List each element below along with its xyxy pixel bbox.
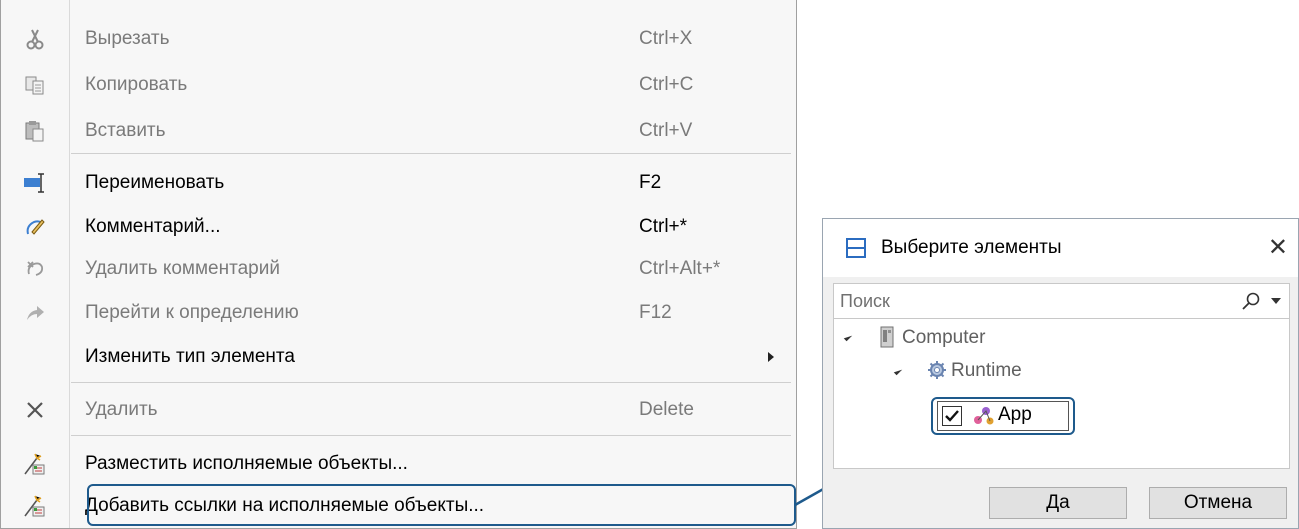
search-icon[interactable] xyxy=(1241,291,1261,316)
computer-icon xyxy=(878,326,896,353)
close-icon[interactable]: ✕ xyxy=(1268,219,1288,277)
chevron-down-icon[interactable] xyxy=(1271,298,1281,304)
expand-triangle-icon[interactable] xyxy=(843,332,853,342)
cancel-button[interactable]: Отмена xyxy=(1149,487,1287,519)
search-input[interactable]: Поиск xyxy=(833,283,1290,319)
expand-triangle-icon[interactable] xyxy=(893,366,903,376)
checkbox[interactable] xyxy=(942,406,962,426)
tree-node-computer[interactable]: Computer xyxy=(902,327,985,349)
tree-node-app[interactable]: App xyxy=(937,401,1069,431)
dialog-title: Выберите элементы xyxy=(881,237,1062,258)
dialog-titlebar: Выберите элементы ✕ xyxy=(823,219,1298,277)
tree-node-app-label: App xyxy=(998,404,1032,425)
app-icon xyxy=(972,405,996,432)
select-items-dialog: Выберите элементы ✕ Поиск Computer Runti… xyxy=(822,218,1299,529)
tree-view: Computer Runtime xyxy=(833,319,1290,469)
gear-icon xyxy=(926,359,948,386)
ok-button[interactable]: Да xyxy=(989,487,1127,519)
search-placeholder: Поиск xyxy=(840,291,890,311)
dialog-window-icon xyxy=(845,237,867,264)
tree-node-runtime[interactable]: Runtime xyxy=(951,360,1022,382)
